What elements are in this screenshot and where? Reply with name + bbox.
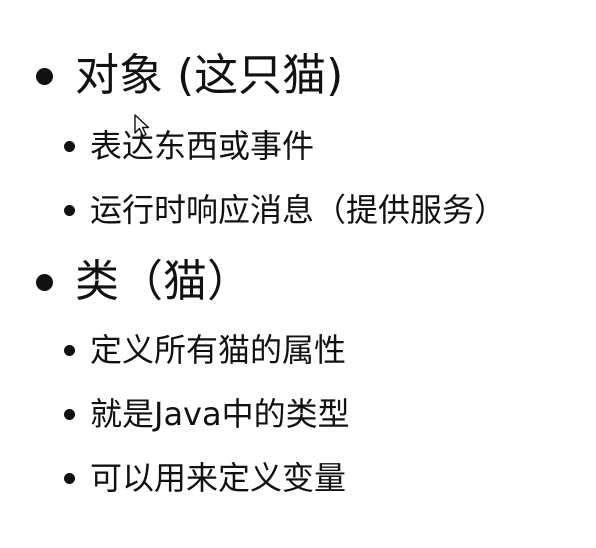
- bullet-item-object: 对象 (这只猫): [36, 54, 343, 98]
- mouse-pointer-icon: [134, 114, 150, 137]
- bullet-dot-icon: [36, 273, 53, 291]
- bullet-text: 类（猫）: [75, 256, 251, 307]
- bullet-item-class: 类（猫）: [36, 260, 251, 304]
- bullet-text: 定义所有猫的属性: [90, 331, 347, 369]
- bullet-item-define-variables: 可以用来定义变量: [64, 462, 346, 494]
- bullet-text: 就是Java中的类型: [90, 395, 350, 433]
- bullet-item-represents-things: 表达东西或事件: [64, 130, 314, 162]
- bullet-text: 对象 (这只猫): [75, 50, 344, 101]
- bullet-item-defines-attributes: 定义所有猫的属性: [64, 334, 346, 366]
- bullet-dot-icon: [64, 408, 75, 420]
- bullet-item-runtime-response: 运行时响应消息（提供服务）: [64, 194, 506, 226]
- bullet-dot-icon: [64, 472, 75, 484]
- bullet-item-java-type: 就是Java中的类型: [64, 398, 350, 430]
- bullet-dot-icon: [36, 67, 53, 85]
- bullet-text: 运行时响应消息（提供服务）: [90, 191, 507, 229]
- slide: 对象 (这只猫) 表达东西或事件 运行时响应消息（提供服务） 类（猫） 定义所有…: [0, 0, 596, 548]
- bullet-dot-icon: [64, 204, 75, 216]
- bullet-dot-icon: [64, 344, 75, 356]
- bullet-text: 可以用来定义变量: [90, 459, 347, 497]
- bullet-text: 表达东西或事件: [90, 127, 315, 165]
- bullet-dot-icon: [64, 140, 75, 152]
